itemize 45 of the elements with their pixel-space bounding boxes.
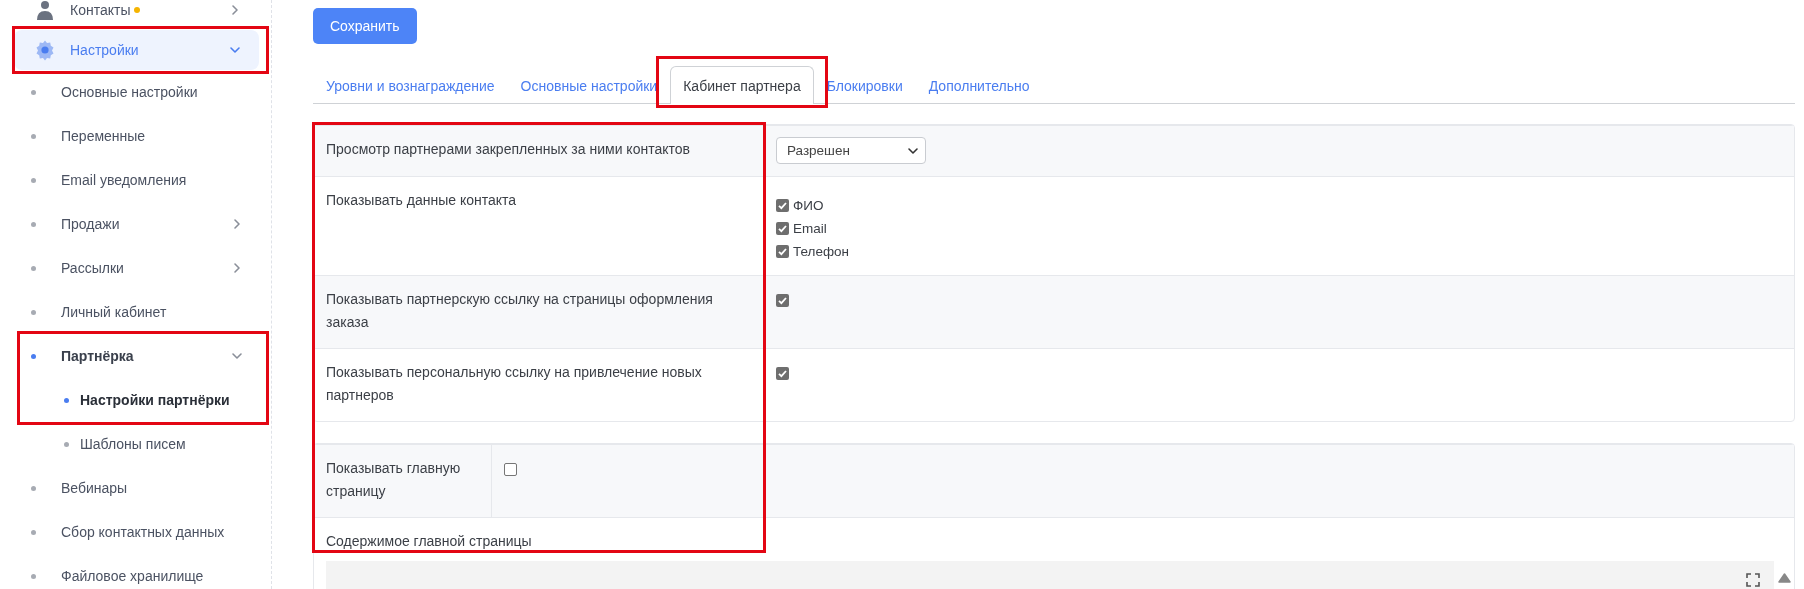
sidebar-item[interactable]: Партнёрка (0, 334, 271, 378)
chevron-icon (229, 4, 241, 16)
sidebar-item[interactable]: Email уведомления (0, 158, 271, 202)
sidebar-item[interactable]: Шаблоны писем (0, 422, 271, 466)
sidebar-section[interactable]: Контакты (14, 0, 259, 30)
setting-label: Показывать партнерскую ссылку на страницы оформления заказа (314, 276, 764, 348)
sidebar-section[interactable]: Настройки (14, 30, 259, 70)
sidebar-item[interactable]: Переменные (0, 114, 271, 158)
sidebar-item[interactable]: Рассылки (0, 246, 271, 290)
checkbox[interactable] (504, 463, 517, 476)
sidebar-item[interactable]: Продажи (0, 202, 271, 246)
checkbox-label: Email (793, 221, 827, 236)
sidebar-item[interactable]: Основные настройки (0, 70, 271, 114)
save-button[interactable]: Сохранить (313, 8, 417, 44)
checkbox[interactable] (776, 367, 789, 380)
setting-label: Просмотр партнерами закрепленных за ними контактов (314, 126, 764, 176)
sidebar-item[interactable]: Сбор контактных данных (0, 510, 271, 554)
tab[interactable]: Уровни и вознаграждение (313, 67, 508, 104)
fullscreen-icon[interactable] (1746, 573, 1760, 587)
chevron-icon (229, 44, 241, 56)
setting-label: Показывать персональную ссылку на привлечение новых партнеров (314, 349, 764, 421)
select-field[interactable]: Разрешен (776, 137, 926, 164)
setting-label: Содержимое главной страницы (325, 532, 533, 551)
checkbox-label: ФИО (793, 198, 824, 213)
checkbox[interactable] (776, 222, 789, 235)
checkbox[interactable] (776, 245, 789, 258)
setting-label: Показывать главную страницу (314, 445, 492, 517)
notification-dot (134, 7, 141, 13)
tab[interactable]: Блокировки (813, 67, 916, 104)
triangle-up-icon[interactable] (1778, 573, 1791, 583)
chevron-icon (231, 262, 243, 274)
sidebar-item[interactable]: Вебинары (0, 466, 271, 510)
sidebar-item[interactable]: Личный кабинет (0, 290, 271, 334)
gear-icon (34, 39, 56, 61)
sidebar-item[interactable]: Файловое хранилище (0, 554, 271, 589)
checkbox-label: Телефон (793, 244, 849, 259)
checkbox[interactable] (776, 199, 789, 212)
chevron-icon (231, 350, 243, 362)
tab[interactable]: Основные настройки (507, 67, 671, 104)
sidebar-item[interactable]: Настройки партнёрки (0, 378, 271, 422)
checkbox[interactable] (776, 294, 789, 307)
tab[interactable]: Кабинет партнера (670, 66, 814, 104)
tab[interactable]: Дополнительно (915, 67, 1043, 104)
chevron-icon (231, 218, 243, 230)
person-icon (34, 0, 56, 21)
